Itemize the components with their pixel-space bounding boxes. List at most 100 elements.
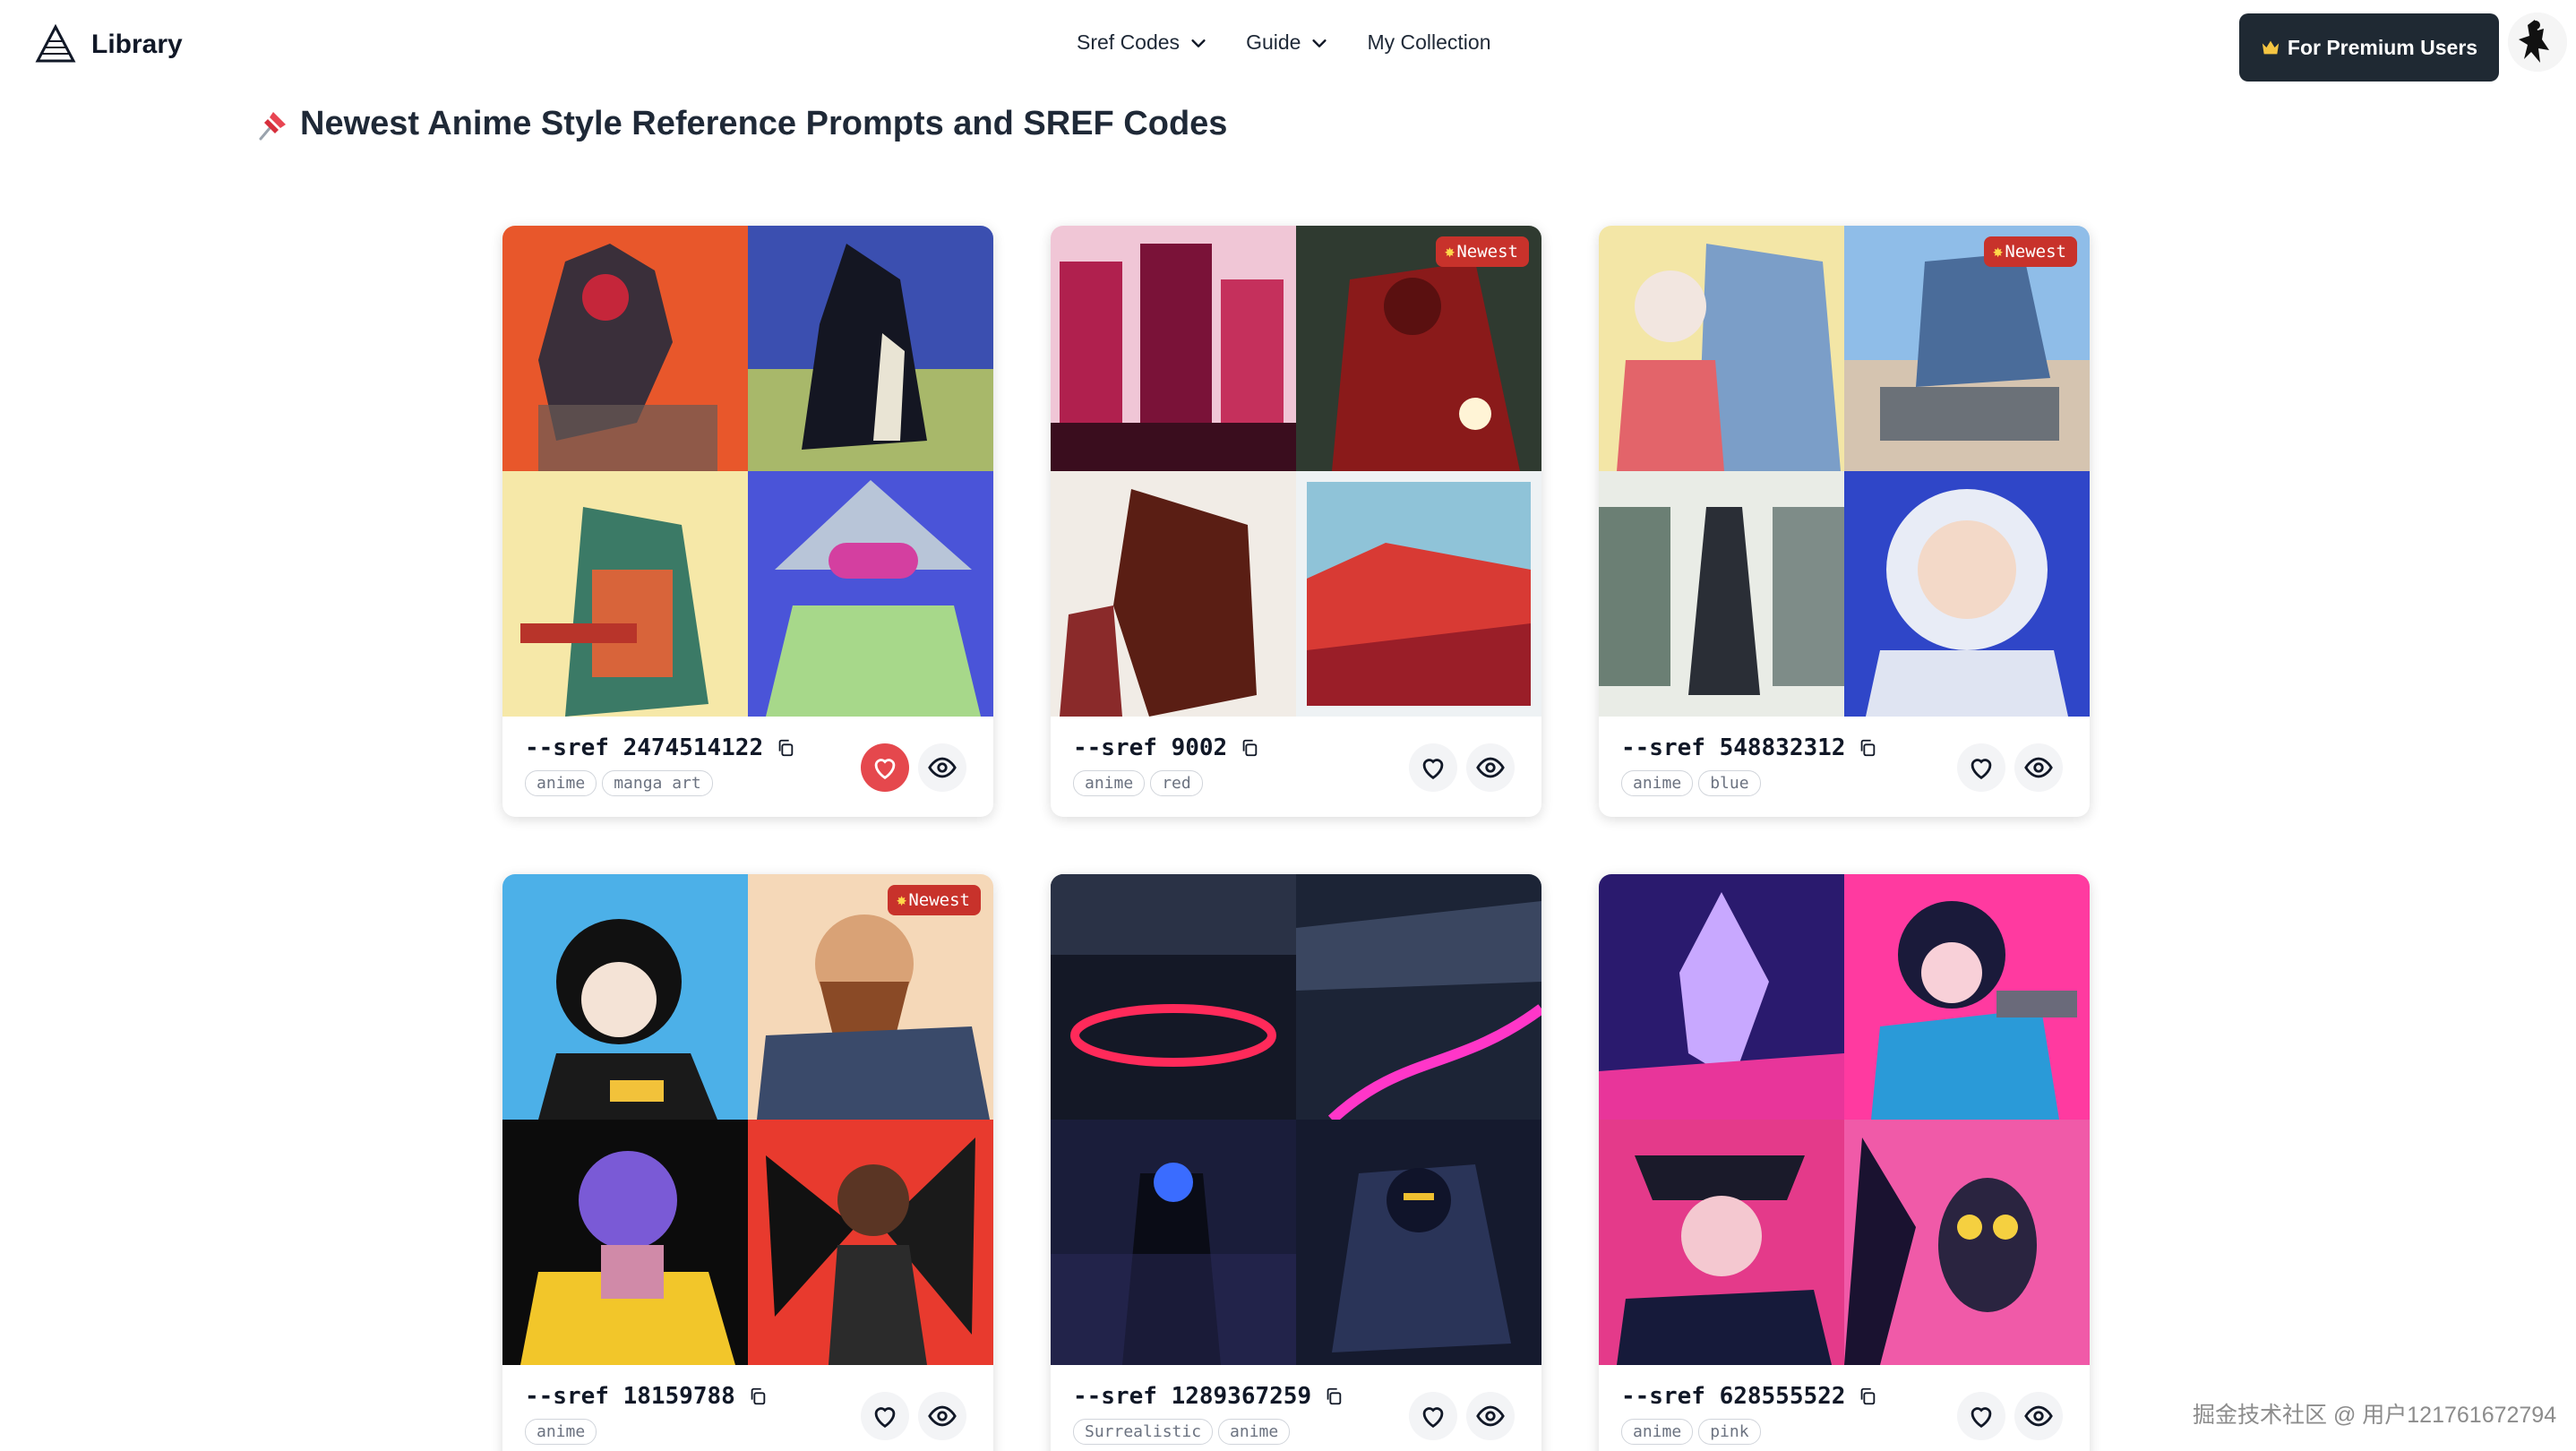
preview-image-iron-armor: ✸ Newest xyxy=(1296,226,1541,471)
like-button[interactable] xyxy=(1409,743,1457,792)
tag[interactable]: anime xyxy=(1621,770,1694,796)
like-button[interactable] xyxy=(861,1392,909,1440)
preview-image-demon xyxy=(502,226,748,471)
tag[interactable]: manga art xyxy=(602,770,713,796)
preview-image-elf-yellow xyxy=(502,1120,748,1365)
preview-image-dragon-wizard xyxy=(1051,471,1296,717)
sref-card[interactable]: --sref 628555522 anime pink xyxy=(1599,874,2090,1451)
view-button[interactable] xyxy=(1466,1392,1515,1440)
avatar-image xyxy=(2508,13,2567,72)
sref-card[interactable]: --sref 1289367259 Surrealistic anime xyxy=(1051,874,1541,1451)
pushpin-icon xyxy=(259,111,286,140)
tag-list: anime xyxy=(525,1419,597,1445)
like-button[interactable] xyxy=(1957,1392,2005,1440)
preview-image-winged-girl xyxy=(748,1120,993,1365)
copy-icon[interactable] xyxy=(1324,1387,1344,1406)
preview-image-masked-figure xyxy=(748,471,993,717)
heart-icon xyxy=(874,759,896,780)
copy-icon[interactable] xyxy=(1858,1387,1877,1406)
tag[interactable]: anime xyxy=(1073,770,1146,796)
like-button[interactable] xyxy=(1957,743,2005,792)
sref-code: --sref 1289367259 xyxy=(1073,1383,1344,1410)
tag[interactable]: anime xyxy=(525,1419,597,1445)
brand-name: Library xyxy=(91,30,183,59)
tag[interactable]: anime xyxy=(525,770,597,796)
preview-image-crocodile xyxy=(502,471,748,717)
like-button[interactable] xyxy=(861,743,909,792)
preview-grid[interactable]: ✸ Newest xyxy=(1599,226,2090,717)
preview-image-owl xyxy=(1844,1120,2090,1365)
preview-image-cyber-crowd xyxy=(1051,1120,1296,1365)
menu-sref-codes[interactable]: Sref Codes xyxy=(1077,30,1208,55)
preview-grid[interactable] xyxy=(502,226,993,717)
tag-list: anime red xyxy=(1073,770,1203,796)
newest-badge: ✸ Newest xyxy=(1435,236,1529,267)
sref-card[interactable]: ✸ Newest --sref 9002 anime red xyxy=(1051,226,1541,817)
preview-grid[interactable] xyxy=(1599,874,2090,1365)
sref-code-text: --sref 9002 xyxy=(1073,734,1228,761)
sref-code-text: --sref 1289367259 xyxy=(1073,1383,1312,1410)
preview-grid[interactable] xyxy=(1051,874,1541,1365)
sref-code: --sref 548832312 xyxy=(1621,734,1877,761)
brand-link[interactable]: Library xyxy=(34,23,183,66)
card-footer: --sref 1289367259 Surrealistic anime xyxy=(1051,1365,1541,1451)
tag-list: anime manga art xyxy=(525,770,713,796)
sref-card[interactable]: ✸ Newest --sref 18159788 anime xyxy=(502,874,993,1451)
tag[interactable]: Surrealistic xyxy=(1073,1419,1214,1445)
preview-image-ninja xyxy=(1296,1120,1541,1365)
eye-icon xyxy=(928,1405,957,1427)
eye-icon xyxy=(928,757,957,778)
card-footer: --sref 9002 anime red xyxy=(1051,717,1541,817)
sref-code: --sref 9002 xyxy=(1073,734,1259,761)
tag[interactable]: anime xyxy=(1218,1419,1291,1445)
preview-grid[interactable]: ✸ Newest xyxy=(1051,226,1541,717)
user-avatar[interactable] xyxy=(2508,13,2567,72)
newest-badge-label: Newest xyxy=(1456,242,1518,262)
star-icon: ✸ xyxy=(896,890,907,910)
tag[interactable]: anime xyxy=(1621,1419,1694,1445)
preview-image-bearded-man: ✸ Newest xyxy=(748,874,993,1120)
tag[interactable]: pink xyxy=(1698,1419,1761,1445)
card-footer: --sref 548832312 anime blue xyxy=(1599,717,2090,817)
eye-icon xyxy=(1476,1405,1505,1427)
copy-icon[interactable] xyxy=(748,1387,768,1406)
menu-my-collection[interactable]: My Collection xyxy=(1367,30,1490,55)
preview-image-city-laptop: ✸ Newest xyxy=(1844,226,2090,471)
view-button[interactable] xyxy=(2014,1392,2063,1440)
copy-icon[interactable] xyxy=(776,738,795,758)
heart-icon xyxy=(1422,1407,1444,1429)
view-button[interactable] xyxy=(2014,743,2063,792)
heart-icon xyxy=(1422,759,1444,780)
sref-code: --sref 2474514122 xyxy=(525,734,795,761)
preview-grid[interactable]: ✸ Newest xyxy=(502,874,993,1365)
view-button[interactable] xyxy=(918,1392,966,1440)
preview-image-gun-girl xyxy=(1844,874,2090,1120)
copy-icon[interactable] xyxy=(1858,738,1877,758)
heart-icon xyxy=(874,1407,896,1429)
heart-icon xyxy=(1971,759,1992,780)
preview-image-hat-man xyxy=(1599,1120,1844,1365)
sref-card[interactable]: --sref 2474514122 anime manga art xyxy=(502,226,993,817)
preview-image-crystal xyxy=(1599,874,1844,1120)
tag[interactable]: blue xyxy=(1698,770,1761,796)
copy-icon[interactable] xyxy=(1240,738,1259,758)
like-button[interactable] xyxy=(1409,1392,1457,1440)
menu-guide[interactable]: Guide xyxy=(1246,30,1329,55)
sref-card[interactable]: ✸ Newest --sref 548832312 anime blue xyxy=(1599,226,2090,817)
preview-image-neon-city xyxy=(1051,226,1296,471)
eye-icon xyxy=(2024,757,2053,778)
tag[interactable]: red xyxy=(1150,770,1203,796)
tag-list: Surrealistic anime xyxy=(1073,1419,1291,1445)
sref-code-text: --sref 2474514122 xyxy=(525,734,764,761)
newest-badge: ✸ Newest xyxy=(887,885,981,915)
premium-button[interactable]: For Premium Users xyxy=(2239,13,2499,82)
view-button[interactable] xyxy=(1466,743,1515,792)
preview-image-dark-rider xyxy=(748,226,993,471)
tag-list: anime pink xyxy=(1621,1419,1761,1445)
view-button[interactable] xyxy=(918,743,966,792)
pyramid-logo-icon xyxy=(35,23,76,63)
preview-image-neon-shore xyxy=(1296,874,1541,1120)
preview-image-girl-cats xyxy=(502,874,748,1120)
tag-list: anime blue xyxy=(1621,770,1761,796)
sref-code: --sref 18159788 xyxy=(525,1383,768,1410)
